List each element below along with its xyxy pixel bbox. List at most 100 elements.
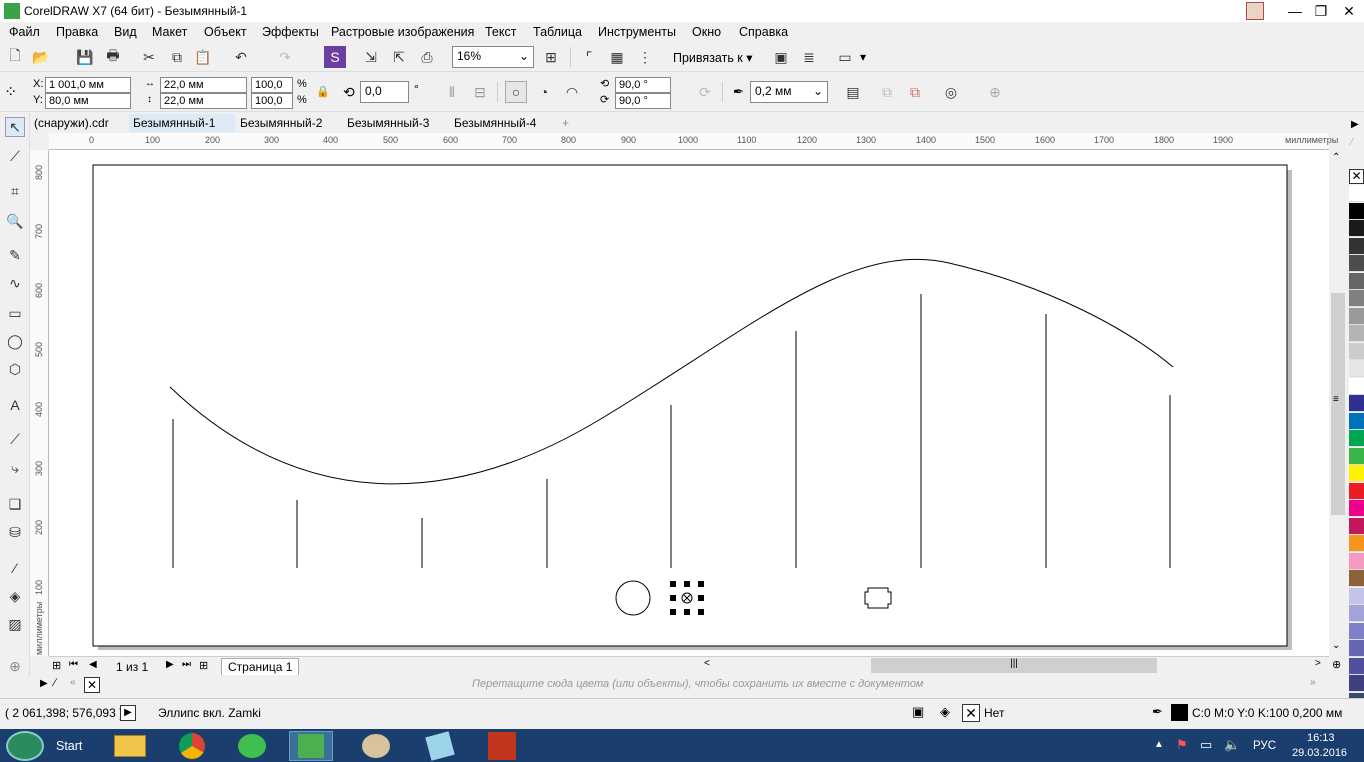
clock-date[interactable]: 29.03.2016: [1292, 747, 1347, 759]
outline-width-combo[interactable]: 0,2 мм ⌄: [750, 81, 828, 103]
scroll-left-icon[interactable]: <: [704, 658, 710, 669]
object-origin-icon[interactable]: ⁘: [4, 82, 17, 102]
tab-untitled-4[interactable]: Безымянный-4: [450, 114, 540, 132]
close-button[interactable]: ✕: [1334, 0, 1364, 22]
undo-icon[interactable]: ↶: [230, 46, 252, 68]
horizontal-ruler[interactable]: 0 100 200 300 400 500 600 700 800 900 10…: [49, 133, 1338, 150]
mirror-horizontal-icon[interactable]: ⫴: [441, 81, 463, 103]
color-swatch[interactable]: [1349, 517, 1364, 535]
arc-icon[interactable]: ◠: [561, 81, 583, 103]
color-swatch[interactable]: [1349, 605, 1364, 622]
quick-customize-icon[interactable]: ⊕: [984, 81, 1006, 103]
notepad-icon[interactable]: [418, 731, 462, 761]
scale-y-field[interactable]: 100,0: [251, 93, 293, 109]
menu-tools[interactable]: Инструменты: [598, 25, 676, 39]
vertical-scrollbar[interactable]: ⌃ ≡ ⌄: [1329, 150, 1347, 656]
color-swatch[interactable]: [1349, 377, 1364, 395]
menu-table[interactable]: Таблица: [533, 25, 582, 39]
ellipse-tool-icon[interactable]: ◯: [5, 331, 25, 351]
color-swatch[interactable]: [1349, 622, 1364, 640]
file-explorer-icon[interactable]: [108, 731, 152, 761]
color-swatch[interactable]: [1349, 675, 1364, 692]
shape-tool-icon[interactable]: ⟋: [5, 146, 25, 166]
color-swatch[interactable]: [1349, 395, 1364, 412]
zoom-tool-icon[interactable]: 🔍: [5, 211, 25, 231]
color-swatch[interactable]: [1349, 202, 1364, 220]
add-page-after-icon[interactable]: ⊞: [199, 659, 208, 672]
eyedropper-icon[interactable]: ⁄: [54, 677, 56, 689]
export-icon[interactable]: ⇱: [388, 46, 410, 68]
save-icon[interactable]: 💾: [74, 46, 96, 68]
color-swatch[interactable]: [1349, 447, 1364, 465]
pick-tool-icon[interactable]: ↖: [5, 117, 25, 137]
color-swatch[interactable]: [1349, 220, 1364, 237]
scroll-up-icon[interactable]: ⌃: [1332, 152, 1340, 163]
search-content-icon[interactable]: S: [324, 46, 346, 68]
palette-options-icon[interactable]: ⁄: [1351, 137, 1353, 148]
crop-tool-icon[interactable]: ⌗: [5, 181, 25, 201]
previous-page-icon[interactable]: ◀: [89, 659, 97, 670]
rectangle-tool-icon[interactable]: ▭: [5, 303, 25, 323]
network-icon[interactable]: ▭: [1200, 737, 1212, 753]
language-indicator[interactable]: РУС: [1253, 740, 1276, 752]
to-back-icon[interactable]: ⧉: [904, 81, 926, 103]
next-page-icon[interactable]: ▶: [166, 659, 174, 670]
publish-pdf-icon[interactable]: ⎙: [416, 46, 438, 68]
rotation-field[interactable]: 0,0: [360, 81, 409, 103]
lock-ratio-icon[interactable]: 🔒: [316, 85, 330, 98]
horizontal-scroll-thumb[interactable]: |||: [871, 658, 1157, 673]
menu-view[interactable]: Вид: [114, 25, 137, 39]
color-swatch[interactable]: [1349, 272, 1364, 290]
scroll-right-icon[interactable]: »: [1310, 677, 1316, 688]
color-swatch[interactable]: [1349, 255, 1364, 272]
transparency-icon[interactable]: ⛁: [5, 522, 25, 542]
no-color-swatch[interactable]: ✕: [1349, 169, 1364, 184]
fill-none-swatch[interactable]: ✕: [962, 704, 980, 722]
scroll-right-icon[interactable]: >: [1315, 658, 1321, 669]
start-button[interactable]: Start: [56, 739, 82, 753]
menu-window[interactable]: Окно: [692, 25, 721, 39]
snap-to-dropdown[interactable]: Привязать к ▾: [673, 50, 753, 65]
chevron-down-icon[interactable]: ▾: [860, 50, 866, 64]
show-rulers-icon[interactable]: ⌜: [578, 46, 600, 68]
color-swatch[interactable]: [1349, 185, 1364, 202]
add-tool-icon[interactable]: ⊕: [5, 656, 25, 676]
color-swatch[interactable]: [1349, 535, 1364, 552]
last-page-icon[interactable]: ⏭: [182, 659, 191, 670]
menu-effects[interactable]: Эффекты: [262, 25, 319, 39]
red-app-icon[interactable]: [480, 731, 524, 761]
end-angle-field[interactable]: 90,0 °: [615, 93, 671, 109]
play-icon[interactable]: ▶: [120, 705, 136, 721]
welcome-screen-icon[interactable]: ▭: [834, 46, 856, 68]
parallel-dimension-icon[interactable]: ⟋: [5, 429, 25, 449]
zoom-to-page-icon[interactable]: ⊞: [540, 46, 562, 68]
redo-icon[interactable]: ↷: [274, 46, 296, 68]
selected-ellipse[interactable]: [670, 581, 704, 615]
show-guidelines-icon[interactable]: ⋮: [634, 46, 656, 68]
menu-file[interactable]: Файл: [9, 25, 40, 39]
width-field[interactable]: 22,0 мм: [160, 77, 247, 93]
palette-scroll-right-icon[interactable]: ▶: [1351, 119, 1359, 130]
open-icon[interactable]: 📂: [30, 46, 52, 68]
coreldraw-taskbar-icon[interactable]: [289, 731, 333, 761]
start-angle-field[interactable]: 90,0 °: [615, 77, 671, 93]
change-direction-icon[interactable]: ⟳: [694, 81, 716, 103]
chat-app-icon[interactable]: [230, 731, 274, 761]
page-tab[interactable]: Страница 1: [221, 658, 300, 675]
copy-icon[interactable]: ⧉: [166, 46, 188, 68]
first-page-icon[interactable]: ⏮: [69, 659, 78, 670]
scroll-down-icon[interactable]: ⌄: [1332, 640, 1340, 651]
menu-layout[interactable]: Макет: [152, 25, 187, 39]
import-icon[interactable]: ⇲: [360, 46, 382, 68]
paste-icon[interactable]: 📋: [192, 46, 214, 68]
volume-icon[interactable]: 🔈: [1224, 737, 1240, 753]
height-field[interactable]: 22,0 мм: [160, 93, 247, 109]
menu-object[interactable]: Объект: [204, 25, 247, 39]
convert-to-curves-icon[interactable]: ◎: [940, 81, 962, 103]
maximize-button[interactable]: ❐: [1306, 0, 1336, 22]
start-orb-icon[interactable]: [6, 731, 44, 761]
menu-help[interactable]: Справка: [739, 25, 788, 39]
color-swatch[interactable]: [1349, 482, 1364, 500]
color-swatch[interactable]: [1349, 412, 1364, 430]
x-position-field[interactable]: 1 001,0 мм: [45, 77, 131, 93]
